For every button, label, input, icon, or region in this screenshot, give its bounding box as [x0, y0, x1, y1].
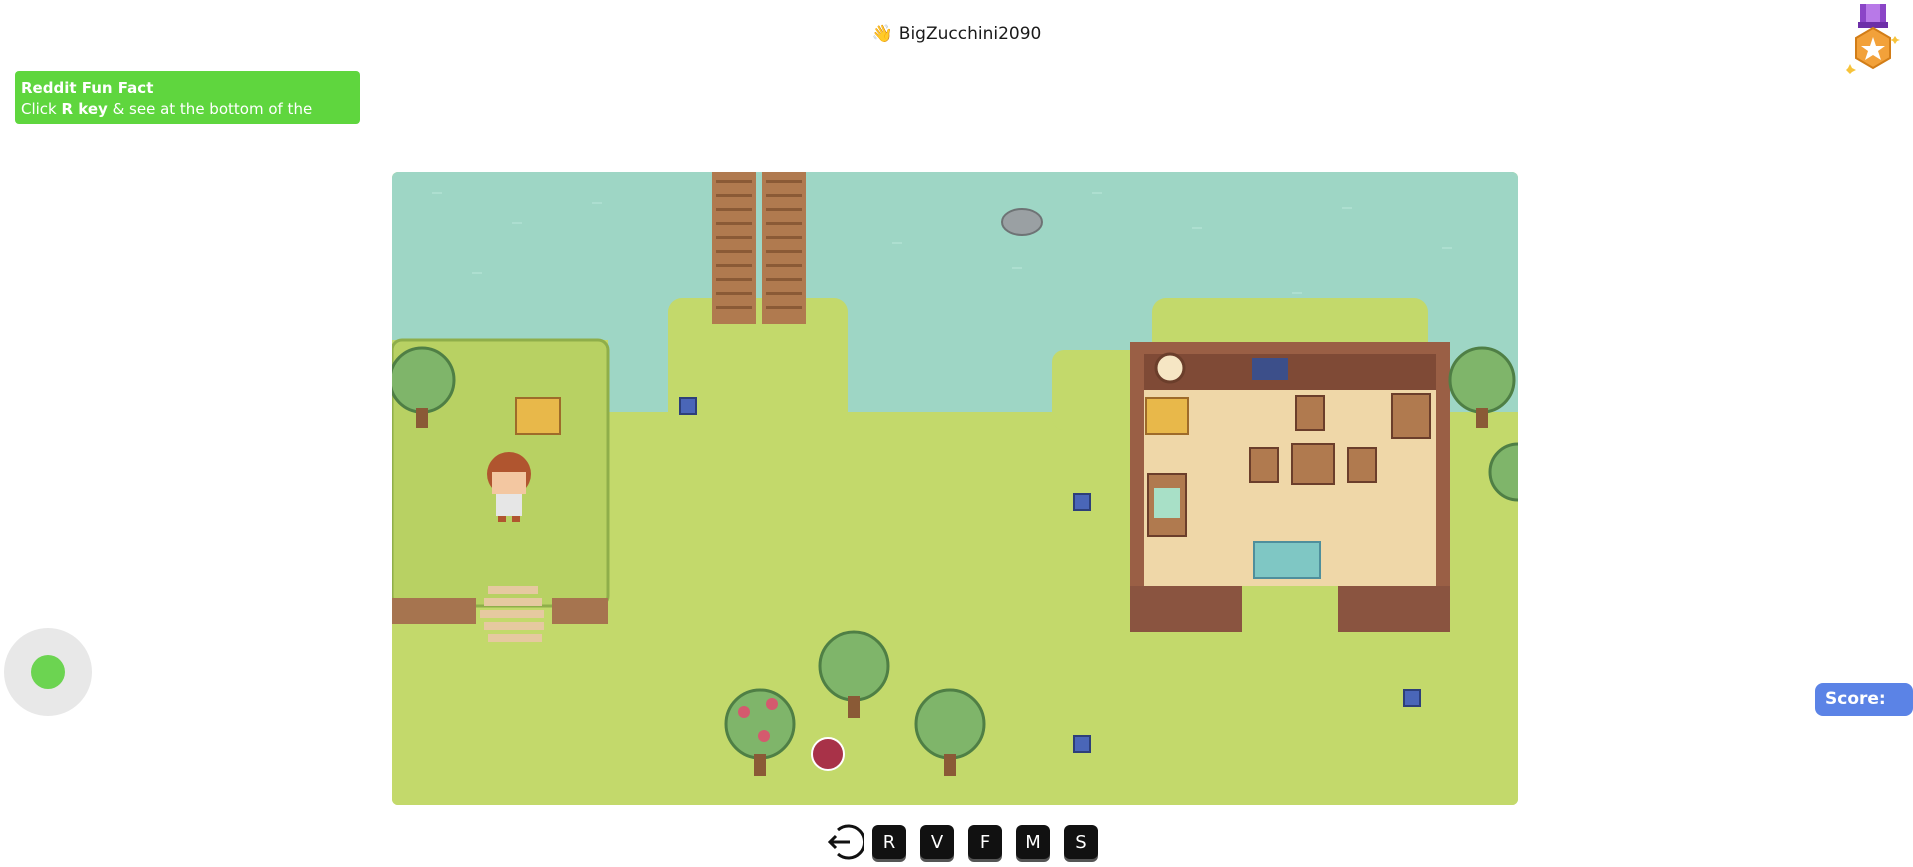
fun-fact-title: Reddit Fun Fact — [21, 79, 154, 97]
key-f-button[interactable]: F — [968, 825, 1002, 859]
score-badge: Score: 0 — [1815, 683, 1913, 742]
control-bar: R V F M S — [824, 822, 1112, 862]
key-v-button[interactable]: V — [920, 825, 954, 859]
clock — [1154, 352, 1186, 384]
game-canvas[interactable] — [392, 172, 1518, 805]
key-r-button[interactable]: R — [872, 825, 906, 859]
fun-fact-text-start: Click — [21, 100, 62, 118]
joystick-knob[interactable] — [31, 655, 65, 689]
key-s-button[interactable]: S — [1064, 825, 1098, 859]
apple — [811, 737, 845, 771]
joystick[interactable] — [4, 628, 92, 716]
fun-fact-banner: Reddit Fun Fact Click R key & see at the… — [15, 71, 360, 139]
player-name: 👋 BigZucchini2090 — [0, 24, 1913, 44]
house — [1130, 342, 1450, 632]
exit-icon[interactable] — [824, 822, 864, 862]
rock — [1001, 208, 1043, 236]
key-m-button[interactable]: M — [1016, 825, 1050, 859]
chest — [515, 397, 561, 435]
medal-icon[interactable] — [1846, 4, 1900, 74]
username-label: BigZucchini2090 — [898, 24, 1042, 44]
fun-fact-key: R key — [61, 100, 108, 118]
wave-icon: 👋 — [871, 24, 893, 44]
